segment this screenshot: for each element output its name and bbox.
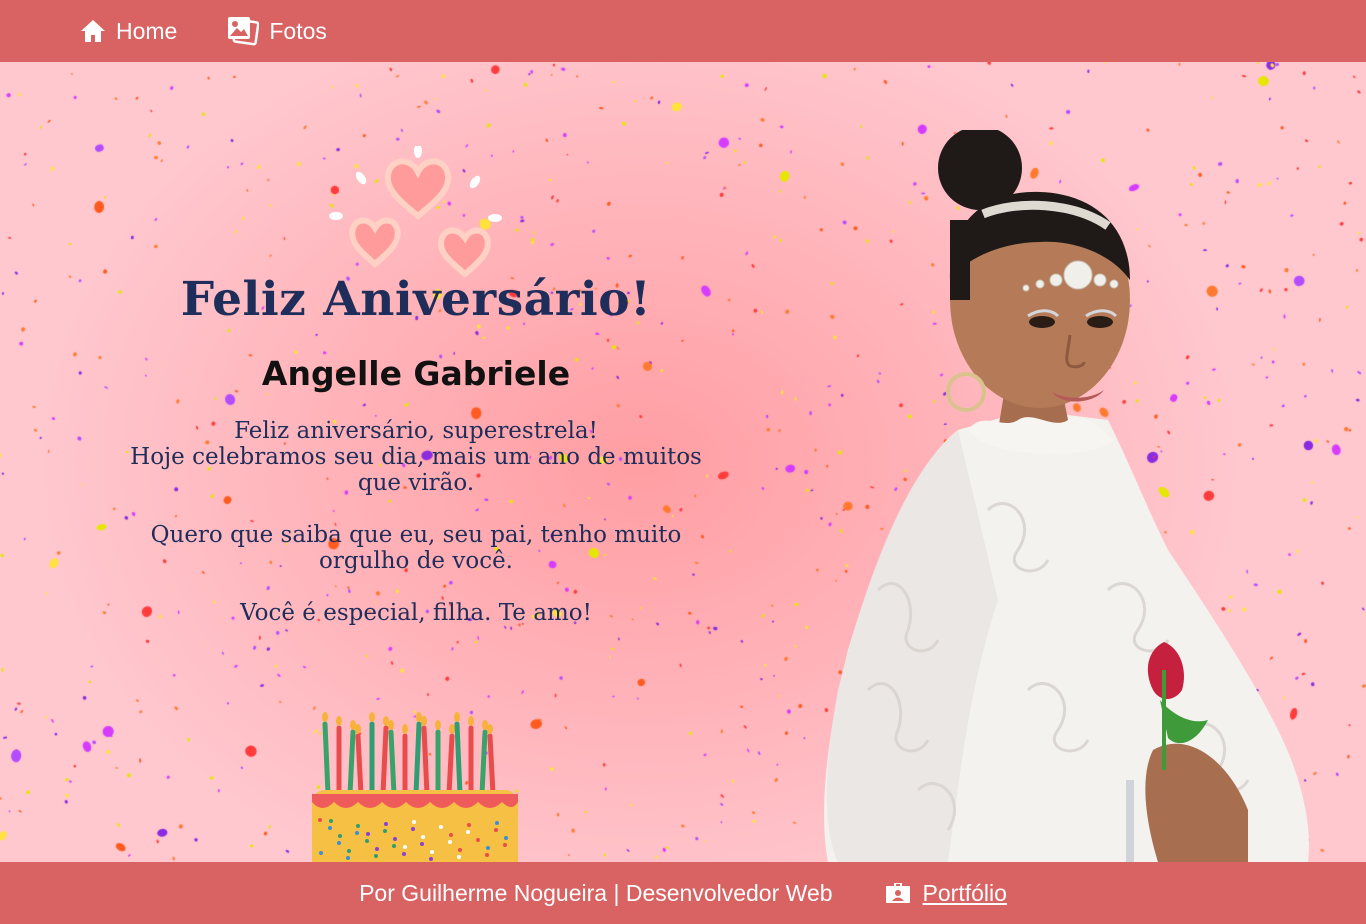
message-paragraph: Feliz aniversário, superestrela! Hoje ce… <box>76 418 756 496</box>
message-line: orgulho de você. <box>319 548 513 574</box>
birthday-girl-photo <box>824 130 1309 862</box>
portfolio-icon <box>885 883 910 903</box>
message-line: que virão. <box>357 470 475 496</box>
birthday-person-name: Angelle Gabriele <box>261 354 571 393</box>
nav-home-link[interactable]: Home <box>80 18 177 45</box>
message-line: Feliz aniversário, superestrela! <box>234 418 598 444</box>
footer: Por Guilherme Nogueira | Desenvolvedor W… <box>0 862 1366 924</box>
footer-credit: Por Guilherme Nogueira | Desenvolvedor W… <box>359 879 833 906</box>
message-line: Você é especial, filha. Te amo! <box>240 600 592 626</box>
birthday-card: Feliz Aniversário! Angelle Gabriele Feli… <box>0 62 1366 862</box>
birthday-title: Feliz Aniversário! <box>180 272 652 327</box>
birthday-cake-icon <box>312 712 518 862</box>
nav-photos-link[interactable]: Fotos <box>227 16 327 46</box>
hearts-decoration-icon <box>329 146 502 278</box>
nav-home-label: Home <box>116 17 178 44</box>
message-line: Quero que saiba que eu, seu pai, tenho m… <box>150 522 682 548</box>
photos-icon <box>228 17 260 46</box>
message-paragraph: Você é especial, filha. Te amo! <box>76 600 756 626</box>
portfolio-label[interactable]: Portfólio <box>923 880 1007 907</box>
portfolio-link[interactable]: Portfólio <box>885 880 1007 907</box>
top-navbar: Home Fotos <box>0 0 1366 62</box>
birthday-message: Feliz aniversário, superestrela! Hoje ce… <box>76 418 756 652</box>
home-icon <box>81 20 105 42</box>
nav-photos-label: Fotos <box>269 17 327 44</box>
message-line: Hoje celebramos seu dia, mais um ano de … <box>130 444 702 470</box>
message-paragraph: Quero que saiba que eu, seu pai, tenho m… <box>76 522 756 574</box>
